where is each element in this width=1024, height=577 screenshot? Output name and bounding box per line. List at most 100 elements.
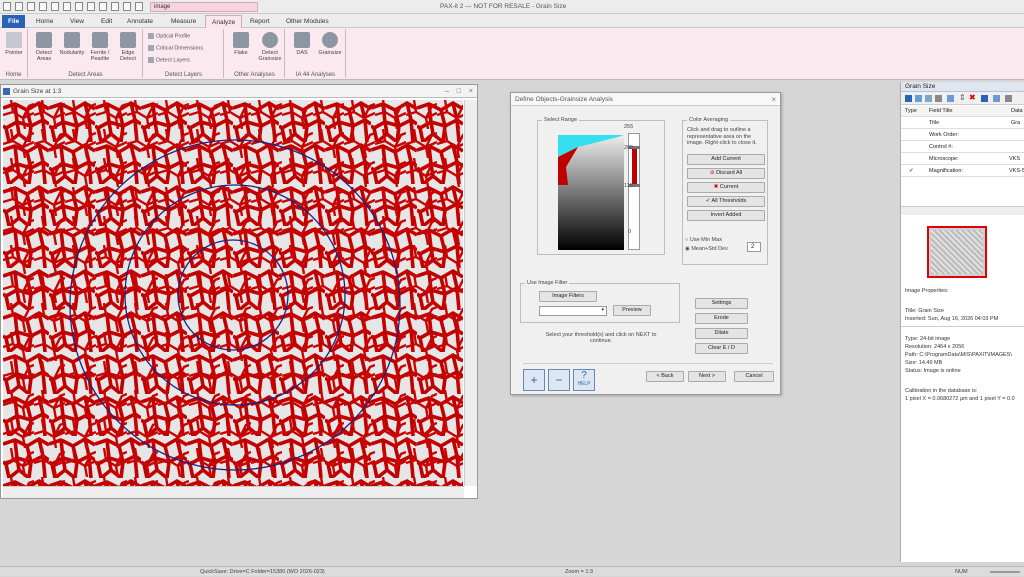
- image-filters-button[interactable]: Image Filters: [539, 291, 597, 302]
- pointer-button[interactable]: Pointer: [2, 32, 26, 56]
- camera-icon[interactable]: [87, 2, 95, 11]
- close-icon[interactable]: ×: [469, 85, 473, 98]
- mean-std-radio[interactable]: ◉ Mean+Std Dev: [685, 246, 728, 252]
- use-image-filter-label: Use Image Filter: [525, 280, 570, 286]
- delete-record-icon[interactable]: ✖: [969, 93, 976, 102]
- table-row[interactable]: Title Gra: [901, 118, 1024, 129]
- dropdown-icon[interactable]: [135, 2, 143, 11]
- tick-115: 115: [624, 183, 633, 189]
- clear-ed-button[interactable]: Clear E / D: [695, 343, 748, 354]
- color-averaging-box: Color Averaging Click and drag to outlin…: [682, 117, 768, 265]
- thumbnail[interactable]: [927, 226, 987, 278]
- ia44-grainsize-label: Grainsize: [318, 50, 342, 56]
- horizontal-scrollbar[interactable]: [3, 486, 464, 498]
- tools-icon[interactable]: [111, 2, 119, 11]
- grid-icon[interactable]: [75, 2, 83, 11]
- detect-layers-button[interactable]: Detect Layers: [148, 57, 190, 63]
- copy-icon[interactable]: [51, 2, 59, 11]
- edit-record-icon[interactable]: [981, 95, 988, 102]
- save-record-icon[interactable]: [905, 95, 912, 102]
- table-row[interactable]: Work Order:: [901, 130, 1024, 141]
- divider: [901, 326, 1024, 327]
- ferrite-pearlite-label: Ferrite / Pearlite: [90, 50, 110, 62]
- copy-record-icon[interactable]: [915, 95, 922, 102]
- ia44-grainsize-button[interactable]: Grainsize: [317, 32, 343, 56]
- group-detect-areas: Detect Areas Nodularity Ferrite / Pearli…: [29, 29, 143, 78]
- group-label-ia44: IA 44 Analyses: [295, 72, 336, 78]
- das-button[interactable]: DAS: [289, 32, 315, 56]
- tab-analyze[interactable]: Analyze: [205, 15, 243, 28]
- current-button[interactable]: ✖ Current: [687, 182, 765, 193]
- maximize-icon[interactable]: □: [457, 85, 461, 98]
- table-row[interactable]: Control #:: [901, 142, 1024, 153]
- layers-icon[interactable]: [123, 2, 131, 11]
- minimize-icon[interactable]: –: [445, 85, 449, 98]
- table-row[interactable]: ✔ Magnification: VKS-5: [901, 166, 1024, 177]
- tab-view[interactable]: View: [64, 15, 90, 28]
- tab-report[interactable]: Report: [244, 15, 276, 28]
- zoom-out-icon[interactable]: −: [548, 369, 570, 391]
- back-button[interactable]: < Back: [646, 371, 684, 382]
- save-icon[interactable]: [15, 2, 23, 11]
- flake-button[interactable]: Flake: [228, 32, 254, 56]
- cancel-button[interactable]: Cancel: [734, 371, 774, 382]
- header-data: Data: [1011, 108, 1023, 114]
- ribbon-tabs: File Home View Edit Annotate Measure Ana…: [0, 14, 1024, 28]
- nodularity-label: Nodularity: [59, 50, 85, 56]
- detect-grainsize-button[interactable]: Detect Grainsize: [256, 32, 284, 62]
- critical-dimensions-button[interactable]: Critical Dimensions: [148, 45, 203, 51]
- optical-profile-button[interactable]: Optical Profile: [148, 33, 190, 39]
- app-icon[interactable]: [3, 2, 11, 11]
- dilate-button[interactable]: Dilate: [695, 328, 748, 339]
- dialog-close-icon[interactable]: ×: [771, 93, 776, 106]
- filter-select[interactable]: ▾: [539, 306, 607, 316]
- tab-file[interactable]: File: [2, 15, 26, 28]
- prop-calibration: Calibration in the database is:: [905, 388, 978, 394]
- print-icon[interactable]: [27, 2, 35, 11]
- ferrite-pearlite-button[interactable]: Ferrite / Pearlite: [87, 32, 113, 62]
- refresh-icon[interactable]: [993, 95, 1000, 102]
- export-icon[interactable]: [947, 95, 954, 102]
- open-icon[interactable]: [39, 2, 47, 11]
- grain-size-panel: Grain Size ⇕ ✖ Type Field Title Data Tit…: [900, 82, 1024, 562]
- tab-other-modules[interactable]: Other Modules: [280, 15, 335, 28]
- invert-added-button[interactable]: Invert Added: [687, 210, 765, 221]
- use-min-max-radio[interactable]: ○ Use Min Max: [685, 237, 722, 243]
- histogram[interactable]: [558, 133, 624, 250]
- nodularity-button[interactable]: Nodularity: [59, 32, 85, 56]
- detect-grainsize-label: Detect Grainsize: [258, 50, 282, 62]
- vertical-scrollbar[interactable]: [464, 100, 477, 486]
- dialog-divider: [523, 363, 773, 364]
- preview-button[interactable]: Preview: [613, 305, 651, 316]
- move-icon[interactable]: ⇕: [959, 93, 966, 102]
- std-dev-input[interactable]: 2: [747, 242, 761, 252]
- detect-areas-button[interactable]: Detect Areas: [31, 32, 57, 62]
- tab-edit[interactable]: Edit: [95, 15, 118, 28]
- edge-detect-button[interactable]: Edge Detect: [115, 32, 141, 62]
- paste-record-icon[interactable]: [925, 95, 932, 102]
- search-input[interactable]: image: [150, 2, 258, 12]
- micrograph-image[interactable]: [3, 100, 463, 570]
- paste-icon[interactable]: [63, 2, 71, 11]
- tab-annotate[interactable]: Annotate: [121, 15, 159, 28]
- settings-button[interactable]: Settings: [695, 298, 748, 309]
- help-button[interactable]: ? HELP: [573, 369, 595, 391]
- discard-all-button[interactable]: ⊘ Discard All: [687, 168, 765, 179]
- panel-scrollbar[interactable]: [901, 206, 1024, 215]
- print-record-icon[interactable]: [935, 95, 942, 102]
- zoom-slider[interactable]: [990, 571, 1020, 573]
- all-thresholds-button[interactable]: ✔ All Thresholds: [687, 196, 765, 207]
- erode-button[interactable]: Erode: [695, 313, 748, 324]
- tab-home[interactable]: Home: [30, 15, 59, 28]
- zoom-in-icon[interactable]: +: [523, 369, 545, 391]
- help-label: HELP: [577, 381, 591, 387]
- chart-icon[interactable]: [99, 2, 107, 11]
- tab-measure[interactable]: Measure: [165, 15, 202, 28]
- next-button[interactable]: Next >: [688, 371, 726, 382]
- settings-icon[interactable]: [1005, 95, 1012, 102]
- table-row[interactable]: Microscope: VKS: [901, 154, 1024, 165]
- add-current-button[interactable]: Add Current: [687, 154, 765, 165]
- table-header: Type Field Title Data: [901, 106, 1024, 117]
- dialog-title: Define Objects-Grainsize Analysis: [515, 96, 613, 103]
- row-field: Microscope:: [929, 156, 959, 162]
